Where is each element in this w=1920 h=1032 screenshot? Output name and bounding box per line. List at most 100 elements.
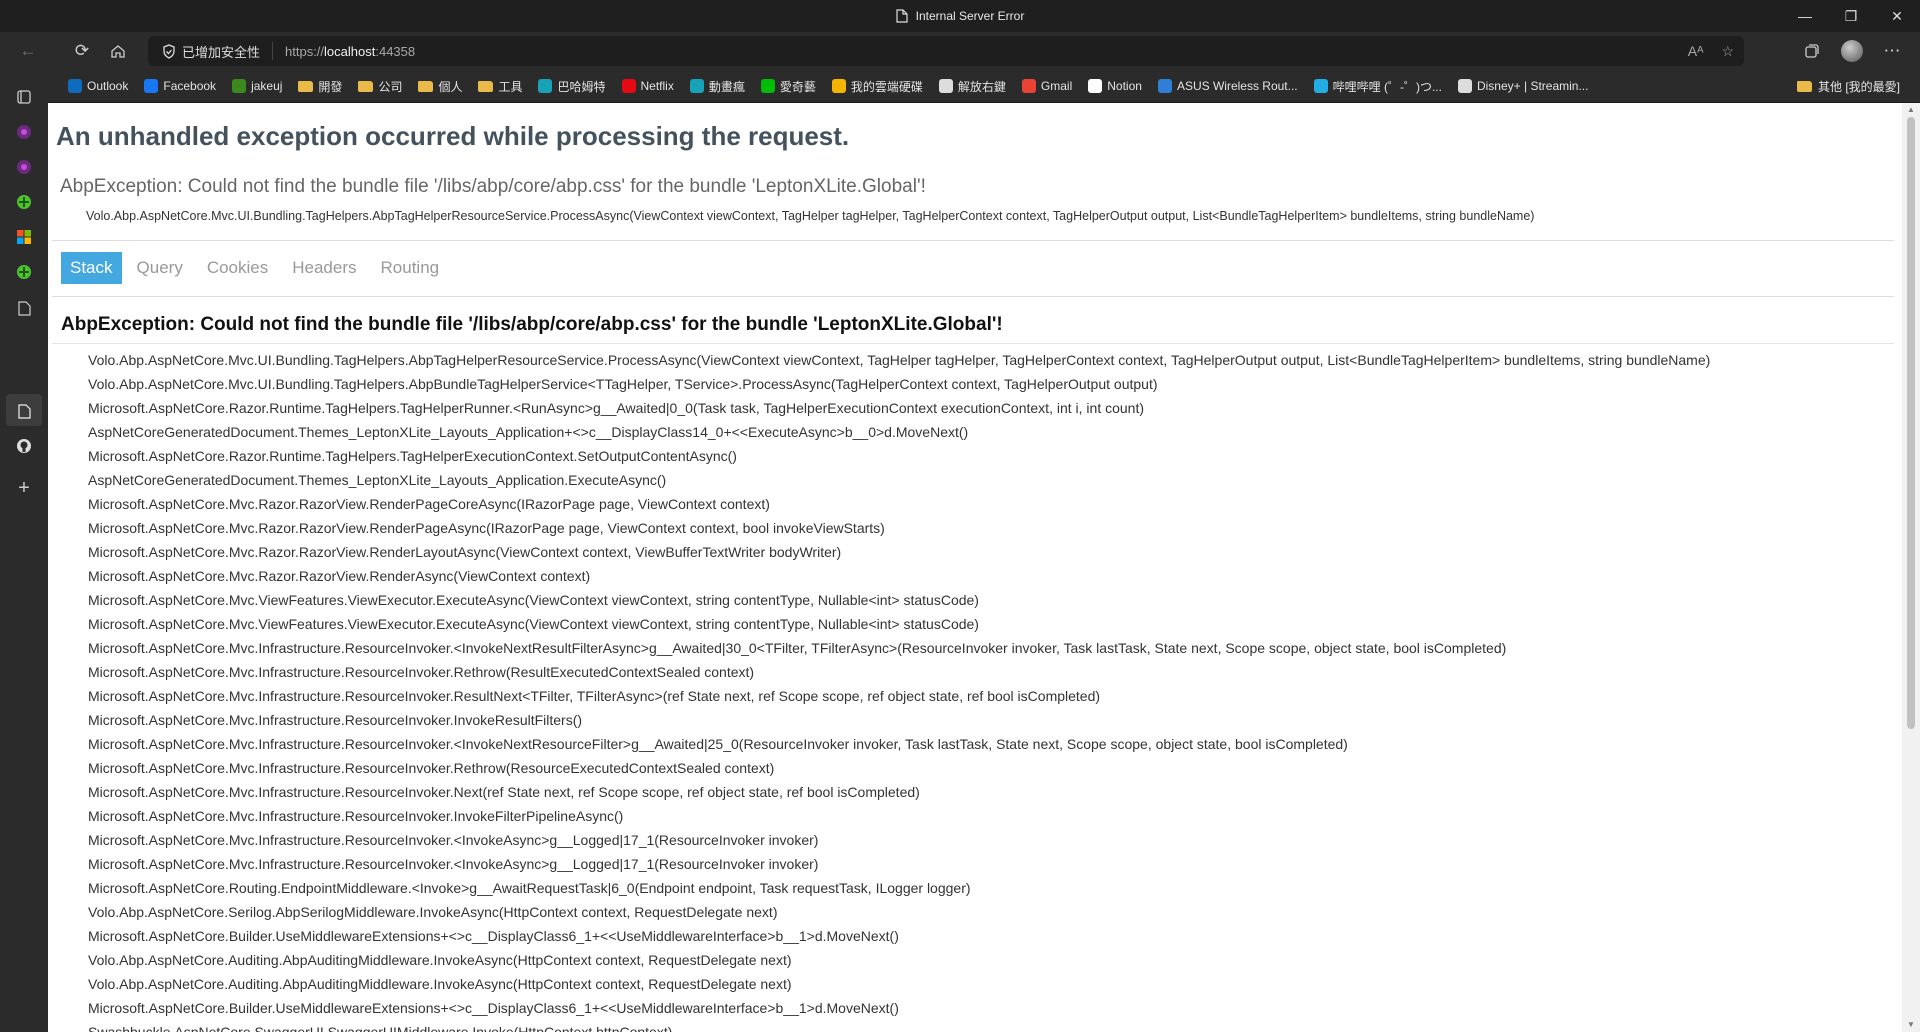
bookmark-item[interactable]: 個人 <box>410 73 470 99</box>
bookmark-label: 愛奇藝 <box>779 79 816 94</box>
bookmark-item[interactable]: 公司 <box>350 73 410 99</box>
drive-icon <box>831 79 846 93</box>
new-tab-plus-icon[interactable]: + <box>14 477 34 499</box>
bookmark-item[interactable]: Disney+ | Streamin... <box>1450 73 1597 99</box>
refresh-button[interactable]: ⟳ <box>64 35 100 67</box>
add-favorite-icon[interactable]: ☆ <box>1721 43 1734 60</box>
bookmark-item[interactable]: 開發 <box>290 73 350 99</box>
tab-page-icon-active[interactable] <box>14 401 34 421</box>
stack-frame: Microsoft.AspNetCore.Builder.UseMiddlewa… <box>88 1000 899 1016</box>
bookmark-item[interactable]: ASUS Wireless Rout... <box>1150 73 1306 99</box>
address-bar[interactable]: 已增加安全性 https://localhost:44358 Aᴬ ☆ <box>148 36 1744 66</box>
bookmark-item[interactable]: Notion <box>1080 73 1150 99</box>
bookmark-label: Netflix <box>640 79 674 93</box>
bookmark-item[interactable]: 動畫瘋 <box>682 73 753 99</box>
security-label: 已增加安全性 <box>182 44 261 60</box>
bookmark-item[interactable]: 哔哩哔哩 (゜-゜)つ... <box>1306 73 1450 99</box>
minimize-button[interactable]: — <box>1782 0 1828 32</box>
bookmark-item[interactable]: Outlook <box>60 73 136 99</box>
folder-icon <box>418 80 434 92</box>
stack-frame: Microsoft.AspNetCore.Mvc.Razor.RazorView… <box>88 568 591 584</box>
home-button[interactable] <box>100 35 136 67</box>
tab-page-icon[interactable] <box>14 298 34 318</box>
scrollbar-thumb[interactable] <box>1907 117 1915 729</box>
stack-frame: Volo.Abp.AspNetCore.Auditing.AbpAuditing… <box>88 976 792 992</box>
divider <box>52 343 1894 344</box>
bookmark-label: Facebook <box>163 79 217 93</box>
bookmark-item[interactable]: Gmail <box>1014 73 1080 99</box>
read-aloud-icon[interactable]: Aᴬ <box>1688 43 1704 59</box>
error-location: Volo.Abp.AspNetCore.Mvc.UI.Bundling.TagH… <box>86 209 1535 223</box>
iqiyi-icon <box>760 79 775 93</box>
stack-frame: Microsoft.AspNetCore.Mvc.Infrastructure.… <box>88 688 1101 704</box>
tab-favicon-purple-icon[interactable] <box>14 122 34 142</box>
bookmark-item[interactable]: 我的雲端硬碟 <box>824 73 931 99</box>
bookmark-item[interactable]: Facebook <box>136 73 224 99</box>
bookmark-item[interactable]: 工具 <box>470 73 530 99</box>
tab-github-icon[interactable] <box>14 436 34 456</box>
other-favorites[interactable]: 其他 [我的最愛] <box>1796 70 1900 102</box>
stack-frame: AspNetCoreGeneratedDocument.Themes_Lepto… <box>88 472 667 488</box>
restore-button[interactable]: ❐ <box>1828 0 1874 32</box>
folder-icon <box>358 80 374 92</box>
bookmark-item[interactable]: jakeuj <box>224 73 290 99</box>
netflix-icon <box>621 79 636 93</box>
bookmark-label: jakeuj <box>251 79 283 93</box>
window-title: Internal Server Error <box>0 0 1920 32</box>
bookmark-item[interactable]: Netflix <box>614 73 682 99</box>
divider <box>52 240 1894 241</box>
folder-icon <box>298 80 314 92</box>
vertical-scrollbar[interactable]: ▲ ▼ <box>1902 103 1920 1032</box>
stack-frame: Volo.Abp.AspNetCore.Auditing.AbpAuditing… <box>88 952 792 968</box>
profile-button[interactable] <box>1834 35 1870 67</box>
refresh-icon: ⟳ <box>74 41 90 60</box>
stack-frame: Microsoft.AspNetCore.Mvc.Infrastructure.… <box>88 760 775 776</box>
scroll-up-arrow-icon[interactable]: ▲ <box>1906 105 1916 115</box>
bookmark-item[interactable]: 解放右鍵 <box>931 73 1014 99</box>
stack-frame: Microsoft.AspNetCore.Mvc.Infrastructure.… <box>88 664 755 680</box>
tab-favicon-windows-icon[interactable] <box>14 227 34 247</box>
ani-icon <box>689 79 704 93</box>
back-arrow-icon: ← <box>19 41 37 60</box>
tab-query[interactable]: Query <box>128 252 192 284</box>
security-indicator[interactable]: 已增加安全性 <box>148 42 274 60</box>
collections-icon <box>1805 44 1819 58</box>
back-button[interactable]: ← <box>10 35 46 67</box>
tab-favicon-green-icon-2[interactable] <box>14 262 34 282</box>
vertical-tab-sidebar: + <box>0 70 48 1032</box>
url-text[interactable]: https://localhost:44358 <box>273 44 415 59</box>
page-title: An unhandled exception occurred while pr… <box>56 121 850 151</box>
gmail-icon <box>1021 79 1036 93</box>
tab-routing[interactable]: Routing <box>372 252 449 284</box>
tab-favicon-green-icon[interactable] <box>14 192 34 212</box>
bookmark-label: 工具 <box>498 79 523 94</box>
close-button[interactable]: ✕ <box>1874 0 1920 32</box>
settings-menu-button[interactable]: ⋯ <box>1874 35 1910 67</box>
tab-actions-icon[interactable] <box>14 87 34 107</box>
stack-exception-title: AbpException: Could not find the bundle … <box>61 314 1003 335</box>
window-title-bar: Internal Server Error — ❐ ✕ <box>0 0 1920 32</box>
url-prefix: https:// <box>285 43 325 59</box>
bookmark-label: 我的雲端硬碟 <box>850 79 923 94</box>
stack-frame: Volo.Abp.AspNetCore.Mvc.UI.Bundling.TagH… <box>88 376 1158 392</box>
tab-headers[interactable]: Headers <box>283 252 365 284</box>
scroll-down-arrow-icon[interactable]: ▼ <box>1906 1020 1916 1030</box>
collections-button[interactable] <box>1794 35 1830 67</box>
tab-stack[interactable]: Stack <box>61 252 122 284</box>
folder-icon <box>1796 80 1812 92</box>
bookmark-label: Disney+ | Streamin... <box>1476 79 1589 93</box>
page-icon <box>1457 79 1472 93</box>
bilibili-icon <box>1313 79 1328 93</box>
bookmark-item[interactable]: 巴哈姆特 <box>530 73 613 99</box>
tab-cookies[interactable]: Cookies <box>198 252 277 284</box>
other-favorites-label: 其他 [我的最愛] <box>1817 79 1900 94</box>
home-icon <box>111 45 125 58</box>
bookmark-label: Outlook <box>87 79 129 93</box>
stack-frame: Microsoft.AspNetCore.Mvc.Infrastructure.… <box>88 784 920 800</box>
stack-frame: Swashbuckle.AspNetCore.SwaggerUI.Swagger… <box>88 1024 673 1032</box>
stack-frame: Microsoft.AspNetCore.Mvc.Infrastructure.… <box>88 736 1348 752</box>
page-icon <box>896 9 908 23</box>
tab-favicon-purple-icon-2[interactable] <box>14 157 34 177</box>
bookmark-item[interactable]: 愛奇藝 <box>753 73 824 99</box>
stack-frame: Microsoft.AspNetCore.Mvc.Razor.RazorView… <box>88 520 885 536</box>
